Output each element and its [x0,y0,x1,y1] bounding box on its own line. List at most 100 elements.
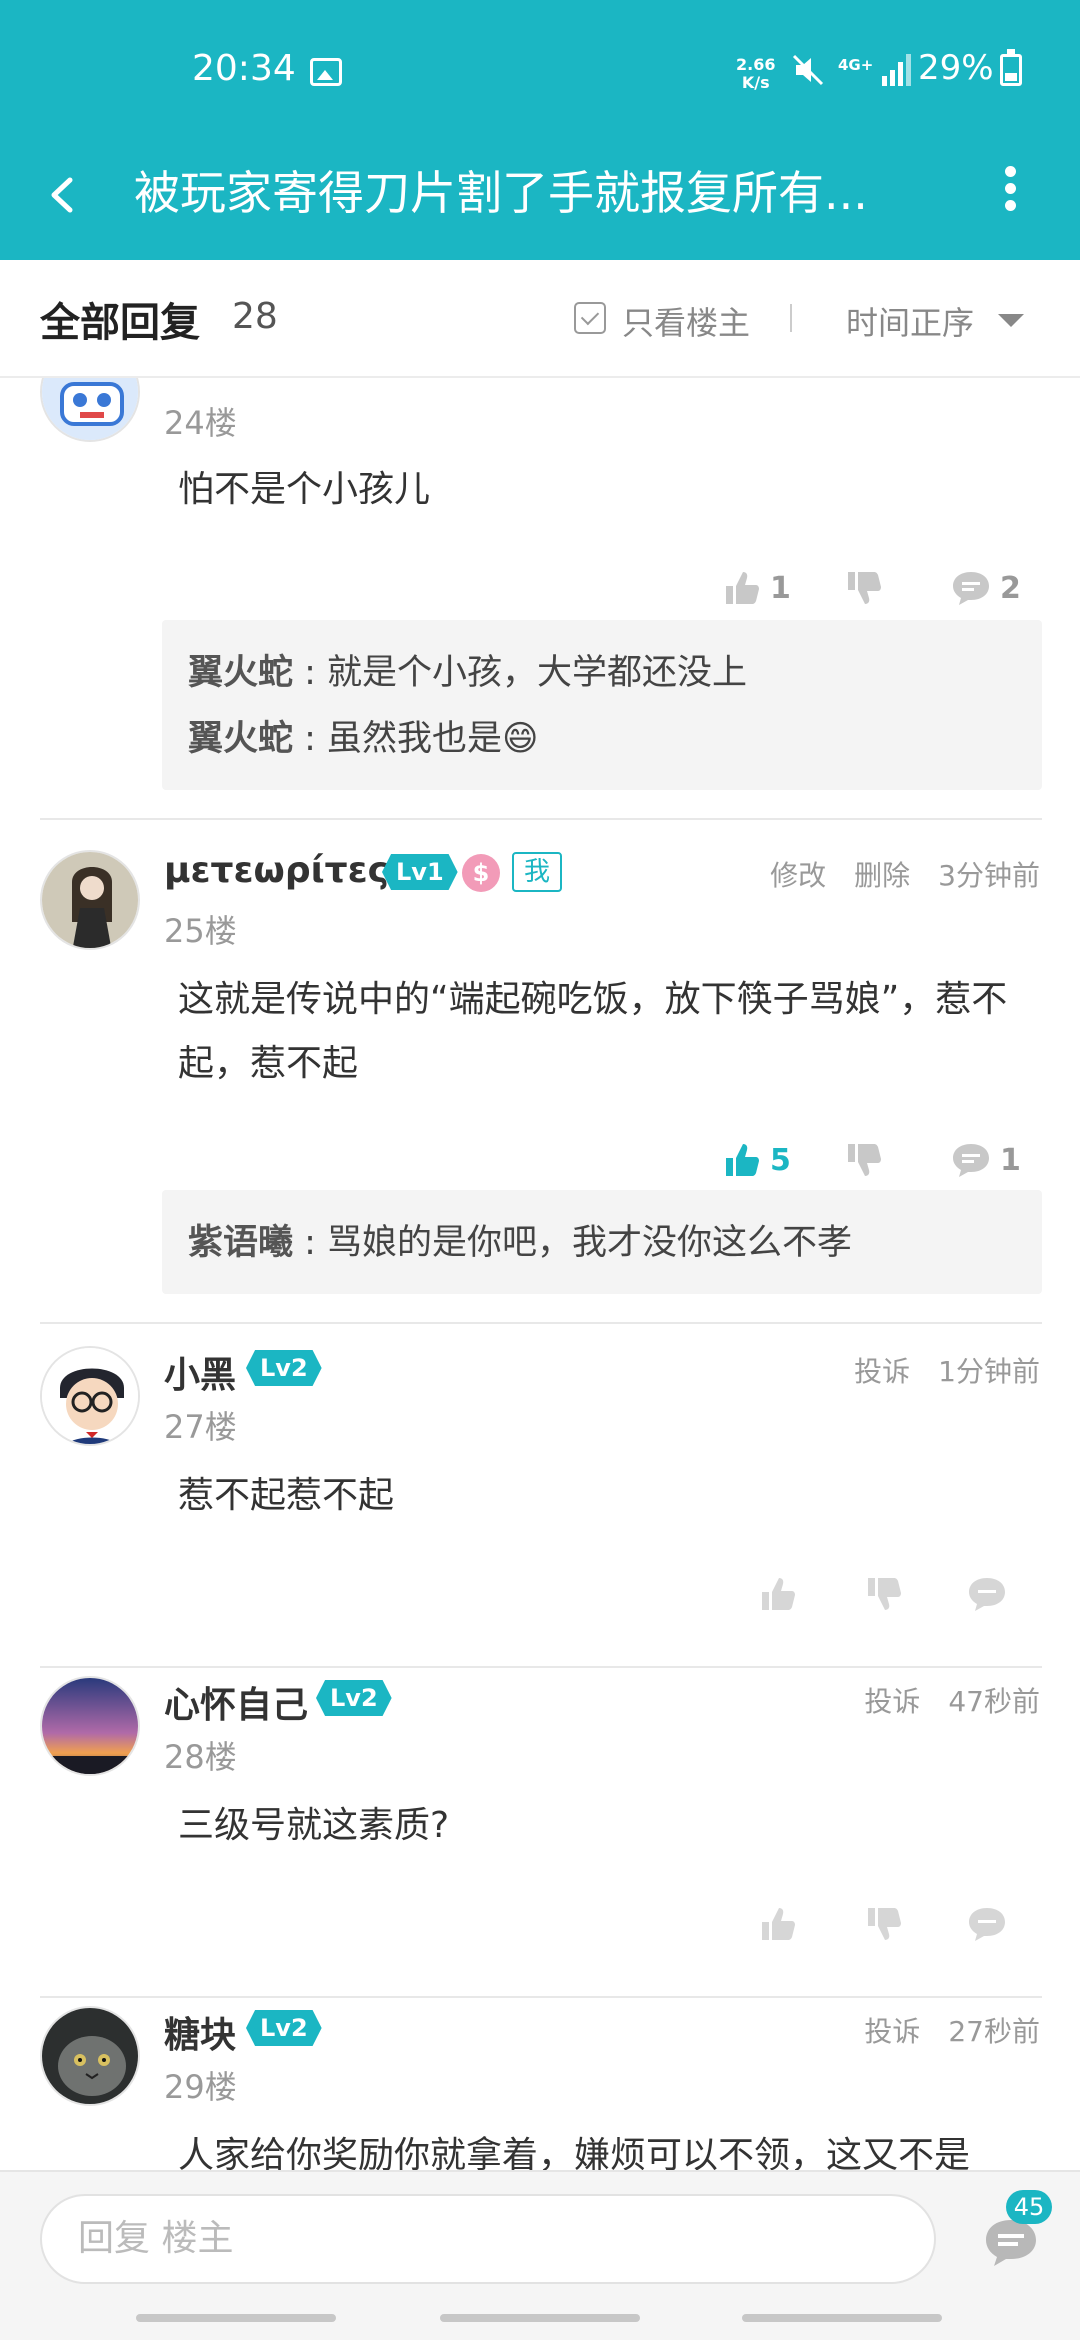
floor-number: 27楼 [164,1408,237,1446]
network-type: 4G+ [838,56,874,74]
like-count: 1 [770,570,791,606]
like-button[interactable] [758,1564,798,1624]
more-dot-icon [1004,200,1016,211]
nav-handle[interactable] [742,2314,942,2322]
owner-only-checkbox[interactable] [574,302,606,334]
post-meta[interactable]: 投诉 27秒前 [864,2010,1040,2050]
me-badge: 我 [512,852,563,892]
network-rate-value: 2.66 [736,55,776,74]
thumbs-up-icon [726,572,759,604]
username[interactable]: 小黑 [164,1346,236,1398]
thumbs-down-icon [868,1908,901,1940]
network-rate-unit: K/s [741,73,770,92]
all-replies-label: 全部回复 [40,300,200,346]
comment-bubble-icon [953,572,989,605]
reply-feed[interactable]: 24楼 怕不是个小孩儿 1 2 翼火蛇 : 就是个小孩，大学都还没上 翼火蛇 :… [0,378,1080,2170]
username[interactable]: 糖块 [164,2006,236,2058]
back-arrow-icon [51,177,73,213]
reply-filter-bar: 全部回复 28 只看楼主 时间正序 [0,260,1080,378]
comment-bubble-icon [969,1908,1005,1941]
mute-icon [790,52,826,92]
chevron-down-icon[interactable] [998,314,1024,327]
floor-number: 28楼 [164,1738,237,1776]
sub-replies-box[interactable]: 翼火蛇 : 就是个小孩，大学都还没上 翼火蛇 : 虽然我也是😄 [162,620,1042,790]
like-count: 5 [770,1142,791,1178]
sort-order-dropdown[interactable]: 时间正序 [846,298,974,344]
status-time: 20:34 [192,48,296,89]
comment-count: 1 [1000,1142,1021,1178]
dislike-button[interactable] [844,558,884,618]
reply-bar: 回复 楼主 45 [0,2170,1080,2300]
nav-handle[interactable] [440,2314,640,2322]
like-button[interactable]: 1 [722,558,791,618]
comment-button[interactable] [966,1564,1008,1624]
dislike-button[interactable] [844,1130,884,1190]
sub-reply-author[interactable]: 翼火蛇 [188,653,293,693]
reply-actions [0,1894,1080,1954]
network-rate: 2.66 K/s [736,56,775,92]
divider [40,818,1042,820]
system-nav-bar [0,2300,1080,2340]
username[interactable]: μετεωρίτες [164,850,389,891]
owner-only-label[interactable]: 只看楼主 [622,298,750,344]
reply-content: 三级号就这素质? [178,1805,450,1846]
sub-reply-author[interactable]: 紫语曦 [188,1223,293,1263]
reply-actions: 1 2 [0,558,1080,618]
comment-button[interactable]: 2 [950,558,1021,618]
avatar[interactable] [40,1676,140,1776]
more-dot-icon [1004,183,1016,194]
thumbs-up-icon [762,1578,795,1610]
reply-content: 惹不起惹不起 [178,1475,395,1516]
floor-number: 29楼 [164,2068,237,2106]
comment-count-badge: 45 [1006,2190,1052,2224]
back-button[interactable] [30,160,100,230]
divider [40,1996,1042,1998]
floor-number: 25楼 [164,912,237,950]
battery-percent: 29% [918,48,994,88]
like-button[interactable]: 5 [722,1130,791,1190]
reply-count: 28 [232,296,278,337]
comment-bubble-icon [969,1578,1005,1611]
username[interactable]: 心怀自己 [164,1676,308,1728]
app-bar: 被玩家寄得刀片割了手就报复所有... [0,140,1080,250]
level-badge: Lv2 [316,1680,392,1716]
sub-reply-author[interactable]: 翼火蛇 [188,719,293,759]
comment-count: 2 [1000,570,1021,606]
post-meta[interactable]: 修改 删除 3分钟前 [770,854,1040,894]
sub-reply: 翼火蛇 : 就是个小孩，大学都还没上 [162,640,1042,706]
comment-button[interactable] [966,1894,1008,1954]
level-badge: Lv2 [246,2010,322,2046]
more-menu-button[interactable] [980,160,1040,230]
post-meta[interactable]: 投诉 47秒前 [864,1680,1040,1720]
battery-icon [1000,49,1022,86]
avatar[interactable] [40,378,140,442]
sub-replies-box[interactable]: 紫语曦 : 骂娘的是你吧，我才没你这么不孝 [162,1190,1042,1294]
divider [40,1666,1042,1668]
avatar[interactable] [40,1346,140,1446]
sub-reply-text: : 就是个小孩，大学都还没上 [293,653,748,693]
reply-content: 怕不是个小孩儿 [178,469,431,510]
comment-button[interactable]: 1 [950,1130,1021,1190]
signal-icon [880,52,914,92]
medal-icon: $ [462,854,500,892]
nav-handle[interactable] [136,2314,336,2322]
sub-reply-text: : 虽然我也是😄 [293,719,539,759]
avatar[interactable] [40,2006,140,2106]
thumbs-down-icon [848,572,881,604]
like-button[interactable] [758,1894,798,1954]
reply-content: 这就是传说中的“端起碗吃饭，放下筷子骂娘”，惹不起，惹不起 [178,979,1008,1084]
thumbs-down-icon [868,1578,901,1610]
reply-actions: 5 1 [0,1130,1080,1190]
dislike-button[interactable] [864,1894,904,1954]
reply-input[interactable]: 回复 楼主 [40,2194,936,2284]
top-bar: 20:34 2.66 K/s 4G+ 29% 被玩家寄得刀片割了手就报复所有..… [0,0,1080,260]
post-meta[interactable]: 投诉 1分钟前 [854,1350,1040,1390]
sub-reply: 紫语曦 : 骂娘的是你吧，我才没你这么不孝 [162,1210,1042,1276]
more-dot-icon [1004,166,1016,177]
status-bar: 20:34 2.66 K/s 4G+ 29% [0,40,1080,110]
thumbs-down-icon [848,1144,881,1176]
sub-reply: 翼火蛇 : 虽然我也是😄 [162,706,1042,772]
avatar[interactable] [40,850,140,950]
dislike-button[interactable] [864,1564,904,1624]
gallery-notification-icon [310,58,342,86]
